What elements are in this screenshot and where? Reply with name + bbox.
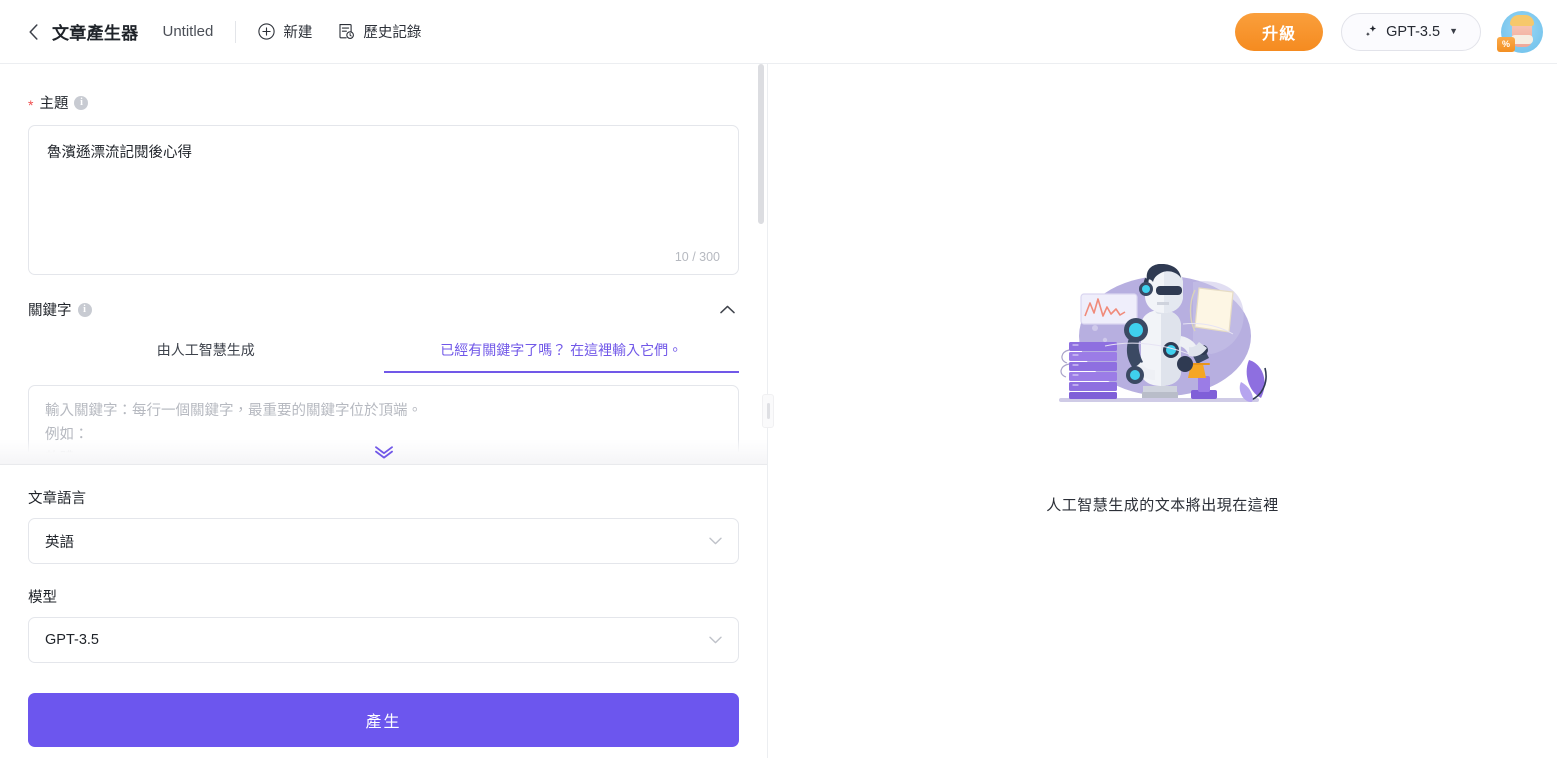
keywords-tabs: 由人工智慧生成 已經有關鍵字了嗎？ 在這裡輸入它們。 — [28, 330, 739, 373]
panel-resize-handle[interactable] — [762, 394, 774, 428]
model-caret — [709, 636, 722, 644]
new-document-button[interactable]: 新建 — [258, 21, 312, 42]
document-title[interactable]: Untitled — [163, 23, 214, 40]
chevron-down-icon — [709, 636, 722, 644]
new-document-label: 新建 — [283, 25, 313, 41]
form-scroll-region: * 主題 i 魯濱遜漂流記閱後心得 10 / 300 關鍵字 i 由人工智慧生成… — [0, 64, 767, 465]
resize-grip — [766, 403, 770, 419]
chevron-up-icon — [720, 305, 735, 314]
keywords-info-icon[interactable]: i — [77, 302, 92, 317]
language-select[interactable]: 英語 — [28, 518, 739, 564]
caret-down-icon: ▼ — [1449, 26, 1458, 36]
upgrade-button[interactable]: 升級 — [1235, 12, 1324, 51]
main-body: * 主題 i 魯濱遜漂流記閱後心得 10 / 300 關鍵字 i 由人工智慧生成… — [0, 64, 1557, 758]
language-value: 英語 — [45, 534, 74, 551]
required-marker: * — [28, 96, 34, 113]
plus-circle-icon — [258, 23, 276, 40]
user-avatar[interactable]: % — [1497, 10, 1543, 53]
model-value: GPT-3.5 — [45, 632, 99, 648]
top-bar: 文章產生器 Untitled 新建 歷史記錄 升級 GPT-3.5 ▼ % — [0, 0, 1557, 64]
topic-label: 主題 — [39, 96, 69, 112]
language-label: 文章語言 — [28, 491, 86, 507]
tab-ai-generated[interactable]: 由人工智慧生成 — [28, 330, 384, 373]
robot-illustration-svg — [1058, 263, 1267, 402]
discount-badge: % — [1497, 36, 1516, 52]
form-scrollbar-thumb[interactable] — [758, 64, 764, 224]
double-chevron-down-icon — [374, 445, 393, 458]
lower-form: 文章語言 英語 模型 GPT-3.5 產生 — [0, 465, 767, 758]
empty-state-text: 人工智慧生成的文本將出現在這裡 — [1046, 497, 1279, 514]
sparkle-icon — [1365, 25, 1377, 37]
app-title: 文章產生器 — [52, 24, 139, 43]
model-label: 模型 — [28, 590, 57, 606]
ai-robot-illustration — [1043, 263, 1283, 436]
model-pill-label: GPT-3.5 — [1386, 23, 1441, 40]
tab-manual-keywords[interactable]: 已經有關鍵字了嗎？ 在這裡輸入它們。 — [383, 330, 739, 373]
history-button[interactable]: 歷史記錄 — [338, 21, 421, 42]
form-panel: * 主題 i 魯濱遜漂流記閱後心得 10 / 300 關鍵字 i 由人工智慧生成… — [0, 64, 768, 758]
topic-label-row: * 主題 i — [28, 92, 739, 113]
toolbar-divider — [235, 20, 237, 43]
placeholder-line: 輸入關鍵字：每行一個關鍵字，最重要的關鍵字位於頂端。 — [45, 403, 422, 419]
generate-button[interactable]: 產生 — [28, 693, 739, 747]
chevron-down-icon — [709, 537, 722, 545]
history-icon — [339, 24, 355, 39]
topic-info-icon[interactable]: i — [74, 95, 89, 110]
topic-char-counter: 10 / 300 — [674, 250, 720, 264]
back-button[interactable] — [22, 21, 44, 43]
keywords-label-row: 關鍵字 i — [28, 299, 92, 320]
topic-input-value[interactable]: 魯濱遜漂流記閱後心得 — [29, 126, 738, 182]
model-select[interactable]: GPT-3.5 — [28, 617, 739, 663]
avatar-hair — [1510, 14, 1534, 26]
article-generator-app: 文章產生器 Untitled 新建 歷史記錄 升級 GPT-3.5 ▼ % * … — [0, 0, 1557, 758]
output-panel: 人工智慧生成的文本將出現在這裡 — [768, 64, 1557, 758]
topic-input-box[interactable]: 魯濱遜漂流記閱後心得 10 / 300 — [28, 125, 739, 275]
keywords-collapse-button[interactable] — [716, 301, 739, 318]
keywords-header: 關鍵字 i — [28, 299, 739, 320]
expand-form-button[interactable] — [0, 439, 767, 465]
chevron-left-icon — [28, 23, 38, 40]
model-selector-pill[interactable]: GPT-3.5 ▼ — [1341, 12, 1481, 51]
history-label: 歷史記錄 — [363, 25, 422, 41]
language-caret — [709, 537, 722, 545]
keywords-label: 關鍵字 — [28, 303, 72, 319]
